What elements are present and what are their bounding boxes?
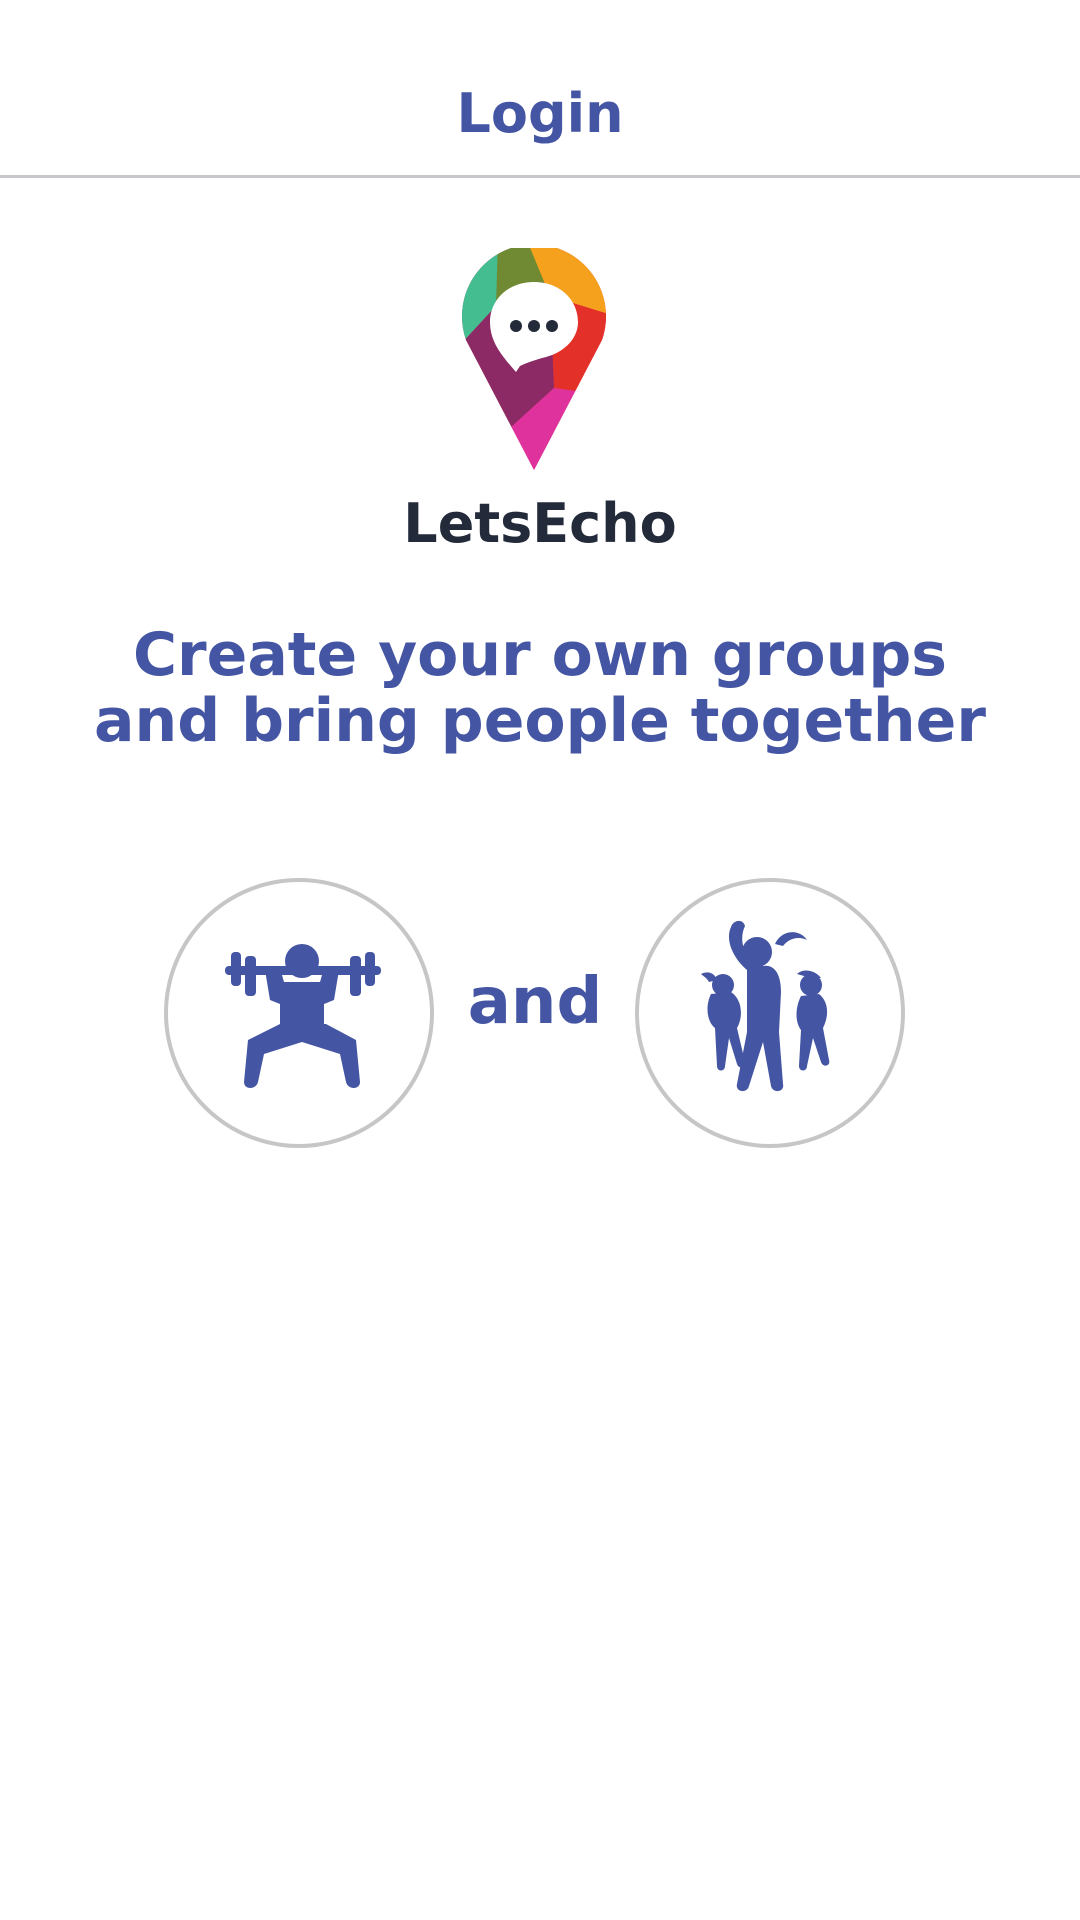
weightlifting-icon [225, 944, 381, 1088]
tagline-line-1: Create your own groups [133, 620, 947, 690]
tagline: Create your own groups and bring people … [60, 622, 1020, 754]
weightlifting-circle [164, 878, 434, 1148]
group-exercise-circle [635, 878, 905, 1148]
header-bar: Login [0, 0, 1080, 178]
login-screen: Login LetsEcho Create your own groups an… [0, 0, 1080, 1920]
location-pin-chat-icon [458, 244, 610, 470]
app-name: LetsEcho [403, 492, 677, 555]
group-exercise-icon [701, 920, 830, 1092]
page-title: Login [456, 82, 624, 145]
tagline-line-2: and bring people together [94, 686, 986, 756]
connector-and: and [467, 965, 603, 1039]
